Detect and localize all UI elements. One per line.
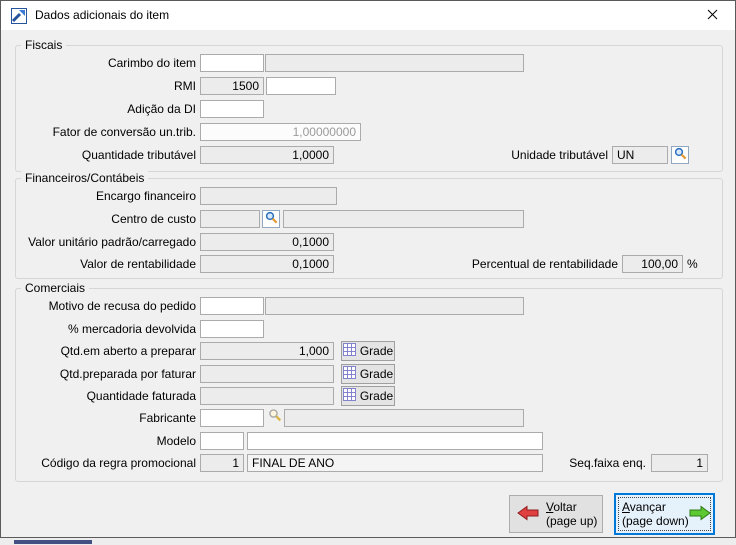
background-window-strip [0, 538, 736, 545]
unidade-tributavel-label: Unidade tributável [511, 148, 608, 162]
rmi-extra-input[interactable] [266, 77, 336, 95]
motivo-recusa-label: Motivo de recusa do pedido [48, 299, 196, 313]
fabricante-label: Fabricante [139, 411, 196, 425]
green-arrow-right-icon [689, 505, 711, 524]
motivo-recusa-code-input[interactable] [200, 297, 264, 315]
centro-custo-desc-field[interactable] [283, 210, 524, 228]
window-title: Dados adicionais do item [35, 8, 170, 22]
grid-icon [342, 343, 356, 359]
motivo-recusa-desc-field[interactable] [265, 297, 524, 315]
valor-unitario-field[interactable] [200, 233, 334, 251]
app-icon [11, 8, 27, 24]
grade-button-label: Grade [359, 389, 394, 403]
group-fiscais-label: Fiscais [21, 38, 67, 53]
fabricante-code-input[interactable] [200, 409, 264, 427]
carimbo-desc-field[interactable] [265, 54, 524, 72]
qtd-preparada-label: Qtd.preparada por faturar [59, 367, 196, 381]
valor-rentabilidade-label: Valor de rentabilidade [80, 257, 196, 271]
magnifier-icon [265, 211, 278, 227]
valor-rentabilidade-field[interactable] [200, 255, 334, 273]
carimbo-label: Carimbo do item [107, 56, 196, 70]
rmi-label: RMI [174, 79, 196, 93]
centro-custo-code-field[interactable] [200, 210, 260, 228]
rmi-value-field[interactable] [200, 77, 264, 95]
voltar-button[interactable]: Voltar (page up) [509, 495, 603, 533]
fabricante-dropdown-arrow[interactable] [269, 426, 278, 437]
avancar-button-label: Avançar (page down) [622, 500, 689, 528]
regra-promocional-code-field[interactable] [200, 454, 244, 472]
valor-unitario-label: Valor unitário padrão/carregado [28, 235, 196, 249]
encargo-financeiro-field[interactable] [200, 187, 337, 205]
screenshot-root: Dados adicionais do item Fiscais Carimbo… [0, 0, 736, 545]
unidade-tributavel-field[interactable] [612, 146, 668, 164]
quantidade-tributavel-label: Quantidade tributável [81, 148, 196, 162]
grade-button-quantidade-faturada[interactable]: Grade [341, 386, 395, 406]
quantidade-tributavel-field[interactable] [200, 146, 334, 164]
adicao-di-label: Adição da DI [127, 102, 196, 116]
qtd-em-aberto-field[interactable] [200, 342, 334, 360]
voltar-button-label: Voltar (page up) [546, 500, 598, 528]
fator-conversao-field[interactable] [200, 123, 361, 141]
adicao-di-input[interactable] [200, 100, 264, 118]
pct-mercadoria-devolvida-label: % mercadoria devolvida [67, 322, 196, 336]
percentual-rentabilidade-label: Percentual de rentabilidade [471, 257, 618, 271]
red-arrow-left-icon [517, 505, 539, 524]
pct-mercadoria-devolvida-input[interactable] [200, 320, 264, 338]
quantidade-faturada-label: Quantidade faturada [86, 389, 196, 403]
magnifier-icon [674, 147, 687, 163]
regra-promocional-desc-field[interactable] [247, 454, 543, 472]
grid-icon [342, 366, 356, 382]
grade-button-qtd-preparada[interactable]: Grade [341, 364, 395, 384]
dialog-window: Dados adicionais do item Fiscais Carimbo… [0, 0, 736, 538]
title-bar: Dados adicionais do item [1, 1, 735, 30]
qtd-em-aberto-label: Qtd.em aberto a preparar [60, 344, 196, 358]
close-icon [707, 8, 718, 23]
background-window-text-fragment [14, 540, 92, 544]
grade-button-label: Grade [359, 344, 394, 358]
seq-faixa-enq-label: Seq.faixa enq. [569, 456, 646, 470]
carimbo-code-input[interactable] [200, 54, 264, 72]
qtd-preparada-field[interactable] [200, 365, 334, 383]
quantidade-faturada-field[interactable] [200, 387, 334, 405]
close-button[interactable] [690, 1, 735, 30]
fabricante-lookup-button[interactable] [267, 408, 283, 424]
grade-button-label: Grade [359, 367, 394, 381]
group-financeiros-label: Financeiros/Contábeis [21, 171, 149, 186]
modelo-desc-input[interactable] [247, 432, 543, 450]
percentual-suffix: % [687, 257, 698, 271]
fator-conversao-label: Fator de conversão un.trib. [52, 125, 196, 139]
regra-promocional-label: Código da regra promocional [41, 456, 196, 470]
centro-custo-lookup-button[interactable] [262, 210, 280, 228]
magnifier-icon [268, 408, 282, 425]
group-comerciais: Comerciais [15, 281, 723, 482]
seq-faixa-enq-field[interactable] [651, 454, 708, 472]
unidade-tributavel-lookup-button[interactable] [671, 146, 689, 164]
percentual-rentabilidade-field[interactable] [622, 255, 683, 273]
modelo-code-input[interactable] [200, 432, 244, 450]
encargo-financeiro-label: Encargo financeiro [95, 189, 196, 203]
fabricante-desc-field[interactable] [284, 409, 524, 427]
grid-icon [342, 388, 356, 404]
centro-custo-label: Centro de custo [111, 212, 196, 226]
avancar-button[interactable]: Avançar (page down) [614, 493, 715, 535]
group-comerciais-label: Comerciais [21, 281, 90, 296]
grade-button-qtd-em-aberto[interactable]: Grade [341, 341, 395, 361]
modelo-label: Modelo [156, 434, 196, 448]
